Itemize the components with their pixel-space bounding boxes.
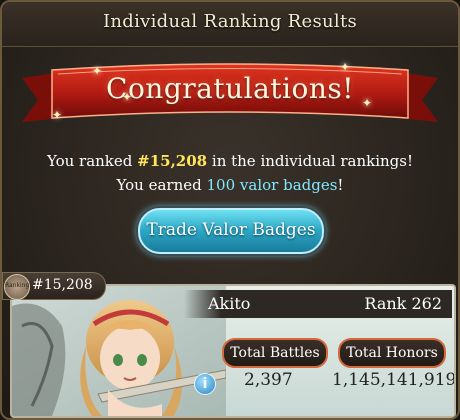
trade-button-label: Trade Valor Badges — [146, 220, 316, 240]
total-honors-label: Total Honors — [338, 338, 446, 368]
ranking-medal-text: Ranking — [5, 282, 30, 289]
ranking-medal-icon: Ranking — [4, 274, 30, 300]
reward-message-suffix: ! — [337, 176, 344, 194]
rank-message-suffix: in the individual rankings! — [207, 152, 414, 170]
sparkle-icon: ✦ — [122, 90, 133, 104]
player-card[interactable]: Akito Rank 262 Total Battles Total Honor… — [10, 284, 456, 418]
rank-message-prefix: You ranked — [46, 152, 138, 170]
page-title: Individual Ranking Results — [102, 11, 358, 32]
sparkle-icon: ✦ — [52, 108, 63, 122]
results-panel: Individual Ranking Results Congratulatio… — [0, 0, 460, 420]
ranking-tag-number: #15,208 — [32, 277, 93, 293]
rank-message: You ranked #15,208 in the individual ran… — [2, 152, 458, 170]
sparkle-icon: ✦ — [340, 60, 351, 74]
player-rank-level: Rank 262 — [364, 294, 442, 313]
reward-message-badges: 100 valor badges — [206, 176, 338, 194]
total-battles-label: Total Battles — [222, 338, 328, 368]
sparkle-icon: ✦ — [362, 96, 373, 110]
banner-text: Congratulations! — [106, 72, 354, 105]
reward-message-prefix: You earned — [116, 176, 207, 194]
panel-header: Individual Ranking Results — [2, 2, 458, 47]
reward-message: You earned 100 valor badges! — [2, 176, 458, 194]
congratulations-banner: Congratulations! ✦ ✦ ✦ ✦ ✦ — [22, 60, 438, 132]
player-name: Akito — [208, 294, 251, 313]
info-icon[interactable]: i — [194, 373, 216, 395]
rank-message-rank: #15,208 — [137, 152, 208, 170]
total-battles-value: 2,397 — [244, 370, 293, 390]
total-honors-value: 1,145,141,919 — [332, 370, 456, 390]
trade-valor-badges-button[interactable]: Trade Valor Badges — [138, 208, 324, 254]
sparkle-icon: ✦ — [92, 64, 103, 78]
